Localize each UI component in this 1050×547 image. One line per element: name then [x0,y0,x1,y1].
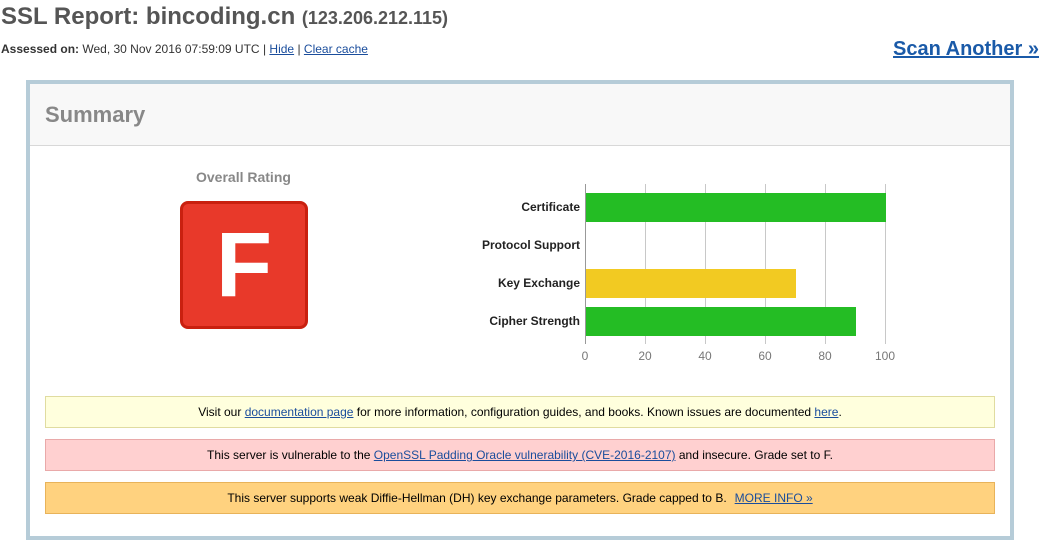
chart-tick-label: 100 [874,349,896,363]
dh-notice-text: This server supports weak Diffie-Hellman… [227,491,727,505]
chart-tick-label: 80 [818,349,832,363]
assessed-line: Assessed on: Wed, 30 Nov 2016 07:59:09 U… [1,42,368,56]
chart-tick-label: 20 [638,349,652,363]
scan-another-link[interactable]: Scan Another » [893,38,1039,61]
chart-bar [586,307,856,336]
vulnerability-notice: This server is vulnerable to the OpenSSL… [45,439,995,471]
chart-category-label: Protocol Support [482,238,580,252]
vuln-notice-post: and insecure. Grade set to F. [678,448,833,462]
documentation-notice: Visit our documentation page for more in… [45,396,995,428]
vuln-notice-pre: This server is vulnerable to the [207,448,371,462]
chart-tick-label: 0 [581,349,589,363]
chart-tick-label: 40 [698,349,712,363]
chart-tick-label: 60 [758,349,772,363]
documentation-page-link[interactable]: documentation page [245,405,354,419]
summary-header: Summary [30,84,1010,146]
doc-notice-mid: for more information, configuration guid… [356,405,812,419]
grade-letter: F [215,214,273,316]
doc-notice-post: . [838,405,842,419]
hide-link[interactable]: Hide [269,42,294,56]
title-prefix: SSL Report: [1,3,146,30]
host-name: bincoding.cn [145,3,296,30]
dh-notice: This server supports weak Diffie-Hellman… [45,482,995,514]
overall-rating-label: Overall Rating [196,169,291,185]
assessed-date: Wed, 30 Nov 2016 07:59:09 UTC [82,42,260,56]
rating-chart: 0 20 40 60 80 100 Certificate Protocol Support K… [430,184,970,374]
summary-panel: Summary Overall Rating F 0 20 40 60 80 100 Cer… [26,80,1014,540]
report-title: SSL Report: bincoding.cn (123.206.212.11… [1,3,448,31]
ip-address: (123.206.212.115) [301,8,449,28]
grade-badge: F [180,201,308,329]
assessed-label: Assessed on: [1,42,80,56]
doc-notice-pre: Visit our [198,405,242,419]
chart-category-label: Certificate [521,200,580,214]
chart-category-label: Cipher Strength [489,314,580,328]
clear-cache-link[interactable]: Clear cache [304,42,368,56]
openssl-vuln-link[interactable]: OpenSSL Padding Oracle vulnerability (CV… [374,448,676,462]
chart-category-label: Key Exchange [497,276,580,290]
chart-bar [586,269,796,298]
known-issues-link[interactable]: here [814,405,838,419]
more-info-link[interactable]: MORE INFO » [735,491,813,505]
separator: | [297,42,301,56]
summary-title: Summary [45,102,146,127]
separator: | [262,42,267,56]
chart-bar [586,193,886,222]
